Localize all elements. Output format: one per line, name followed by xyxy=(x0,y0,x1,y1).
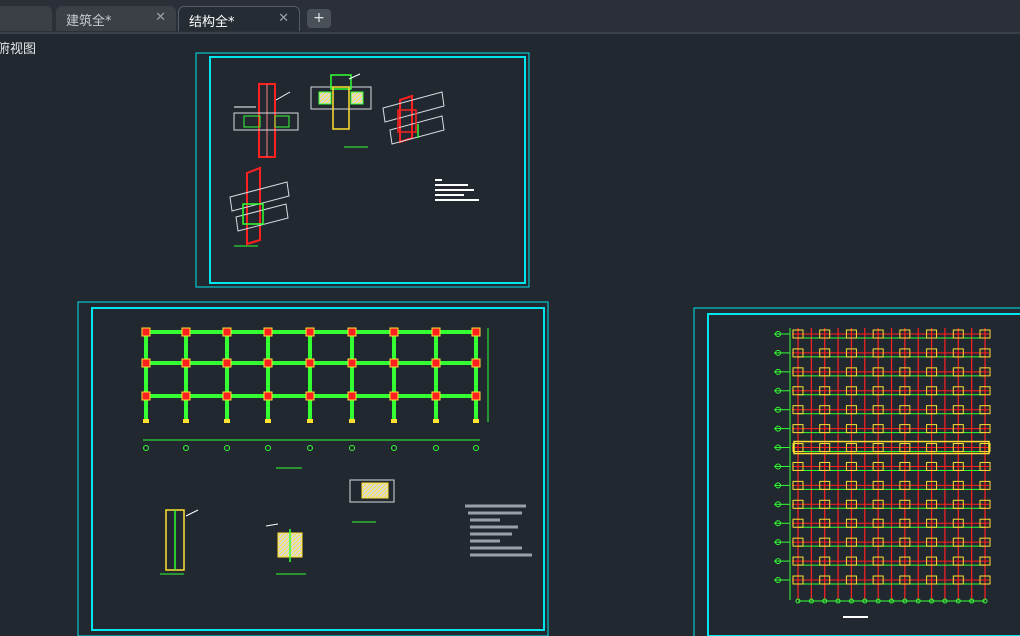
tab-label: 结构全* xyxy=(189,15,235,30)
sheet-frame-elevation[interactable] xyxy=(77,301,549,636)
frame-grid xyxy=(141,327,489,469)
sheet-floor-plan[interactable] xyxy=(693,307,1020,636)
close-icon[interactable]: ✕ xyxy=(155,10,166,25)
plan-grid xyxy=(774,328,991,604)
plus-icon[interactable]: + xyxy=(307,9,331,28)
sheet-notes xyxy=(435,179,479,201)
detail-base-plate xyxy=(265,523,306,575)
detail-isometric-column xyxy=(229,166,290,247)
drawing-canvas[interactable] xyxy=(0,34,1020,636)
document-tab-bar: 建筑全* ✕ 结构全* ✕ + xyxy=(0,0,1020,34)
close-icon[interactable]: ✕ xyxy=(278,11,289,26)
tab-structure[interactable]: 结构全* ✕ xyxy=(178,6,300,31)
tab-label: 建筑全* xyxy=(66,14,112,29)
tab-architecture[interactable]: 建筑全* ✕ xyxy=(56,6,176,31)
material-table xyxy=(465,504,532,557)
detail-column-splice xyxy=(160,509,199,575)
tab-previous[interactable] xyxy=(0,6,52,31)
sheet-joint-details[interactable] xyxy=(195,52,530,288)
detail-beam-column xyxy=(233,83,299,158)
detail-isometric-joint xyxy=(382,91,445,145)
viewport-label: 俯视图 xyxy=(0,42,37,57)
detail-section xyxy=(310,73,372,148)
detail-beam-splice xyxy=(349,479,395,523)
